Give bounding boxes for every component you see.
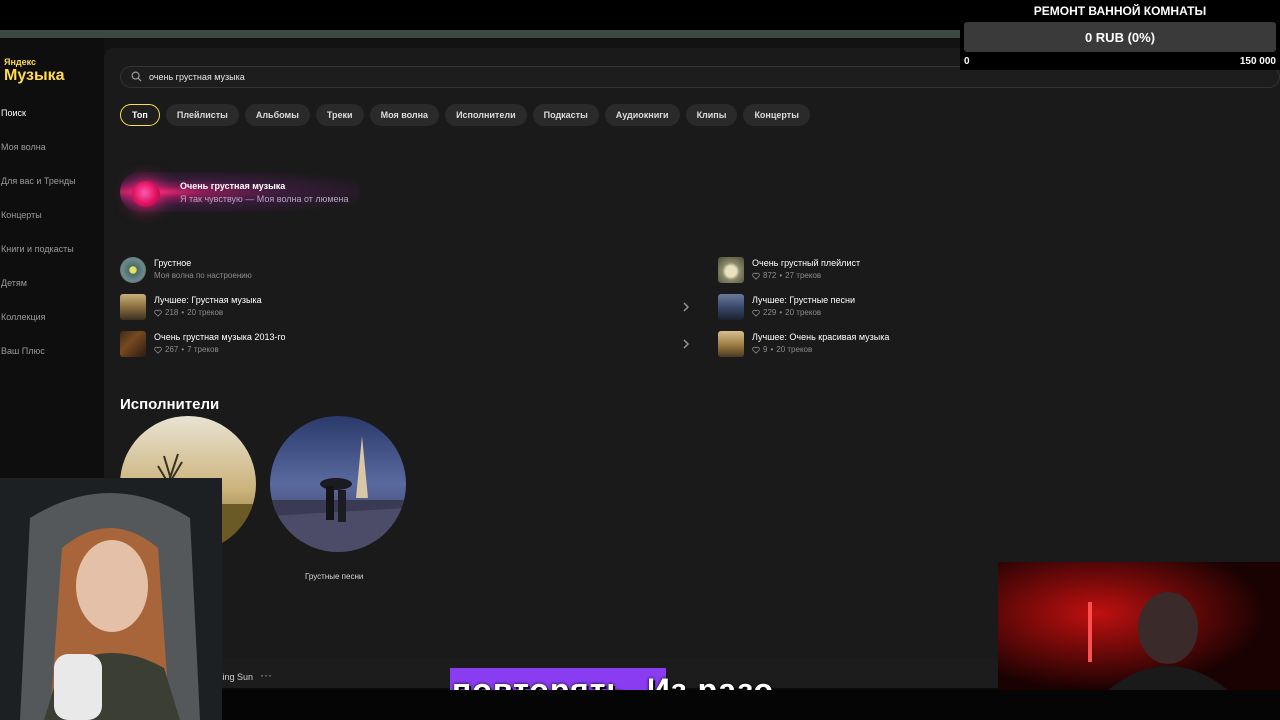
filter-chip-artists[interactable]: Исполнители	[445, 104, 527, 126]
result-title: Грустное	[154, 258, 192, 268]
stream-subtitle: повторять. Из разо	[450, 668, 830, 690]
result-meta: 872 • 27 треков	[752, 271, 821, 280]
heart-icon	[752, 309, 760, 317]
heart-icon	[154, 309, 162, 317]
chevron-right-icon[interactable]	[682, 339, 690, 349]
list-item[interactable]: Лучшее: Грустные песни 229 • 20 треков	[718, 293, 1018, 321]
likes-count: 229	[763, 308, 777, 317]
player-track-title[interactable]: sing Sun	[218, 672, 253, 682]
artists-section-title: Исполнители	[120, 396, 220, 413]
artist-card-image[interactable]	[270, 416, 406, 552]
list-item[interactable]: Лучшее: Грустная музыка 218 • 20 треков	[120, 293, 420, 321]
list-item[interactable]: Очень грустный плейлист 872 • 27 треков	[718, 256, 1018, 284]
filter-chip-audiobooks[interactable]: Аудиокниги	[604, 104, 680, 126]
search-query: очень грустная музыка	[149, 72, 245, 82]
likes-count: 218	[165, 308, 179, 317]
result-title: Очень грустная музыка 2013-го	[154, 332, 286, 342]
tracks-count: 20 треков	[785, 308, 822, 317]
more-options-icon[interactable]: ···	[260, 668, 272, 682]
yandex-music-logo[interactable]: Яндекс Музыка	[4, 58, 65, 84]
heart-icon	[752, 272, 760, 280]
filter-chips: Топ Плейлисты Альбомы Треки Моя волна Ис…	[120, 104, 810, 126]
result-meta: 9 • 20 треков	[752, 345, 812, 354]
result-title: Лучшее: Грустная музыка	[154, 295, 262, 305]
sidebar-item-search[interactable]: Поиск	[1, 108, 26, 118]
result-subtitle: Моя волна по настроению	[154, 271, 252, 280]
playlist-cover	[718, 294, 744, 320]
filter-chip-my-wave[interactable]: Моя волна	[369, 104, 440, 126]
result-title: Очень грустный плейлист	[752, 258, 861, 268]
filter-chip-clips[interactable]: Клипы	[685, 104, 738, 126]
goal-progress-bar: 0 RUB (0%)	[964, 22, 1276, 52]
sidebar-item-collection[interactable]: Коллекция	[1, 312, 46, 322]
result-meta: 229 • 20 треков	[752, 308, 821, 317]
filter-chip-top[interactable]: Топ	[120, 104, 160, 126]
separator-dot: •	[181, 308, 185, 317]
list-item[interactable]: Очень грустная музыка 2013-го 267 • 7 трек…	[120, 330, 420, 358]
filter-chip-podcasts[interactable]: Подкасты	[532, 104, 599, 126]
webcam-right	[998, 562, 1280, 690]
filter-chip-playlists[interactable]: Плейлисты	[165, 104, 239, 126]
tracks-count: 20 треков	[776, 345, 813, 354]
sidebar-item-concerts[interactable]: Концерты	[1, 210, 42, 220]
sidebar-item-books-podcasts[interactable]: Книги и подкасты	[1, 244, 74, 254]
result-title: Лучшее: Очень красивая музыка	[752, 332, 890, 342]
playlist-cover	[120, 331, 146, 357]
sidebar-item-trends[interactable]: Для вас и Тренды	[1, 176, 76, 186]
webcam-streamer-image	[998, 562, 1280, 690]
playlist-cover	[120, 294, 146, 320]
browser-strip	[0, 30, 960, 38]
likes-count: 872	[763, 271, 777, 280]
filter-chip-tracks[interactable]: Треки	[315, 104, 364, 126]
goal-title: РЕМОНТ ВАННОЙ КОМНАТЫ	[1033, 4, 1207, 18]
sidebar-item-kids[interactable]: Детям	[1, 278, 27, 288]
subtitle-text: повторять. Из разо	[452, 672, 775, 690]
artist-name[interactable]: Грустные песни	[305, 572, 363, 581]
heart-icon	[154, 346, 162, 354]
chevron-right-icon[interactable]	[682, 302, 690, 312]
separator-dot: •	[779, 308, 783, 317]
playlist-cover	[718, 257, 744, 283]
goal-min: 0	[964, 56, 970, 67]
separator-dot: •	[779, 271, 783, 280]
result-meta: 267 • 7 треков	[154, 345, 219, 354]
sidebar-item-my-wave[interactable]: Моя волна	[1, 142, 46, 152]
logo-small-text: Яндекс	[4, 57, 37, 67]
filter-chip-concerts[interactable]: Концерты	[743, 104, 810, 126]
webcam-streamer-image	[0, 478, 222, 720]
likes-count: 9	[763, 345, 768, 354]
result-meta: 218 • 20 треков	[154, 308, 223, 317]
goal-max: 150 000	[1239, 56, 1276, 67]
list-item[interactable]: Лучшее: Очень красивая музыка 9 • 20 треко…	[718, 330, 1018, 358]
tracks-count: 7 треков	[187, 345, 219, 354]
result-meta: Моя волна по настроению	[154, 271, 252, 280]
result-title: Лучшее: Грустные песни	[752, 295, 856, 305]
donation-goal-widget: РЕМОНТ ВАННОЙ КОМНАТЫ 0 RUB (0%) 0 150 0…	[960, 0, 1280, 70]
my-wave-subtitle: Я так чувствую — Моя волна от люмена	[180, 194, 349, 204]
list-item[interactable]: Грустное Моя волна по настроению	[120, 256, 420, 284]
my-wave-orb-icon[interactable]	[132, 181, 160, 207]
filter-chip-albums[interactable]: Альбомы	[244, 104, 310, 126]
likes-count: 267	[165, 345, 179, 354]
logo-big-text: Музыка	[4, 67, 65, 84]
artist-cover-paris	[270, 416, 406, 552]
playlist-cover	[718, 331, 744, 357]
heart-icon	[752, 346, 760, 354]
separator-dot: •	[181, 345, 185, 354]
webcam-left	[0, 478, 222, 720]
tracks-count: 27 треков	[785, 271, 822, 280]
my-wave-title: Очень грустная музыка	[180, 181, 286, 191]
search-icon	[131, 71, 142, 82]
sidebar-item-plus[interactable]: Ваш Плюс	[1, 346, 45, 356]
separator-dot: •	[770, 345, 774, 354]
goal-value: 0 RUB (0%)	[1084, 30, 1156, 45]
tracks-count: 20 треков	[187, 308, 224, 317]
playlist-cover	[120, 257, 146, 283]
